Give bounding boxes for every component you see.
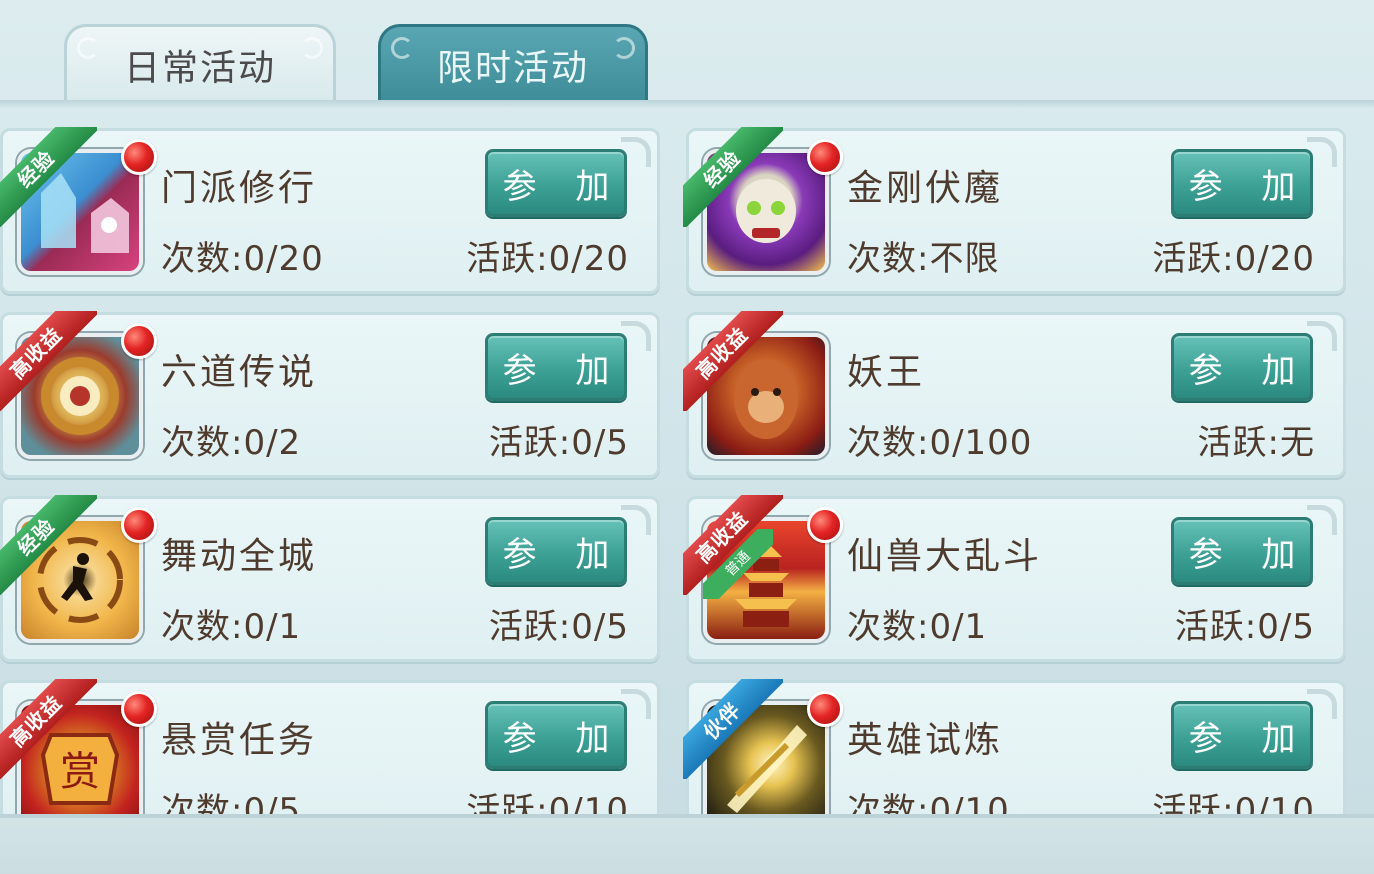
tab-divider xyxy=(0,100,1374,108)
activity-active-points: 活跃:0/20 xyxy=(1152,239,1315,279)
tab-ornament-icon xyxy=(391,37,413,59)
activity-active-points: 活跃:0/20 xyxy=(466,239,629,279)
activity-active-points: 活跃:0/5 xyxy=(488,423,629,463)
join-button[interactable]: 参 加 xyxy=(485,517,627,585)
notification-dot-icon xyxy=(807,139,843,175)
tab-ornament-icon xyxy=(613,37,635,59)
tab-daily-label: 日常活动 xyxy=(123,47,276,89)
activity-name: 悬赏任务 xyxy=(161,720,318,761)
tab-limited-label: 限时活动 xyxy=(436,47,589,89)
activity-panel: 日常活动 限时活动 经验 门派修行 次数:0/20 活跃:0/20 参 加 经验… xyxy=(0,0,1374,874)
activity-name: 仙兽大乱斗 xyxy=(847,536,1043,577)
tab-ornament-icon xyxy=(77,37,99,59)
activity-count: 次数:0/20 xyxy=(161,239,324,279)
notification-dot-icon xyxy=(121,139,157,175)
join-button[interactable]: 参 加 xyxy=(485,333,627,401)
activity-card: 经验 门派修行 次数:0/20 活跃:0/20 参 加 xyxy=(0,127,660,294)
activity-name: 门派修行 xyxy=(161,168,318,209)
activity-count: 次数:0/100 xyxy=(847,423,1033,463)
activity-active-points: 活跃:0/10 xyxy=(1152,791,1315,814)
activity-card: 伙伴 英雄试炼 次数:0/10 活跃:0/10 参 加 xyxy=(683,679,1346,814)
tab-ornament-icon xyxy=(301,37,323,59)
activity-card: 经验 金刚伏魔 次数:不限 活跃:0/20 参 加 xyxy=(683,127,1346,294)
activity-name: 妖王 xyxy=(847,352,926,393)
activity-card: 经验 舞动全城 次数:0/1 活跃:0/5 参 加 xyxy=(0,495,660,662)
tab-limited-activities[interactable]: 限时活动 xyxy=(378,24,648,102)
activity-count: 次数:0/2 xyxy=(161,423,302,463)
tag-ribbon: 经验 xyxy=(0,127,97,227)
activity-card: 普通 高收益 仙兽大乱斗 次数:0/1 活跃:0/5 参 加 xyxy=(683,495,1346,662)
join-button[interactable]: 参 加 xyxy=(485,149,627,217)
activity-list[interactable]: 经验 门派修行 次数:0/20 活跃:0/20 参 加 经验 金刚伏魔 次数:不… xyxy=(0,110,1374,814)
notification-dot-icon xyxy=(807,691,843,727)
activity-count: 次数:0/10 xyxy=(847,791,1010,814)
activity-card: 高收益 六道传说 次数:0/2 活跃:0/5 参 加 xyxy=(0,311,660,478)
tag-ribbon: 经验 xyxy=(683,127,783,227)
tag-ribbon: 高收益 xyxy=(683,495,783,595)
activity-name: 英雄试炼 xyxy=(847,720,1004,761)
activity-count: 次数:0/1 xyxy=(847,607,988,647)
activity-active-points: 活跃:0/10 xyxy=(466,791,629,814)
join-button[interactable]: 参 加 xyxy=(485,701,627,769)
notification-dot-icon xyxy=(121,323,157,359)
notification-dot-icon xyxy=(807,507,843,543)
activity-count: 次数:0/1 xyxy=(161,607,302,647)
activity-card: 赏 高收益 悬赏任务 次数:0/5 活跃:0/10 参 加 xyxy=(0,679,660,814)
activity-count: 次数:不限 xyxy=(847,239,1000,279)
join-button[interactable]: 参 加 xyxy=(1171,149,1313,217)
activity-count: 次数:0/5 xyxy=(161,791,302,814)
panel-bottom-frame xyxy=(0,814,1374,874)
tag-ribbon: 高收益 xyxy=(0,679,97,779)
join-button[interactable]: 参 加 xyxy=(1171,333,1313,401)
join-button[interactable]: 参 加 xyxy=(1171,701,1313,769)
notification-dot-icon xyxy=(121,507,157,543)
activity-name: 六道传说 xyxy=(161,352,318,393)
activity-card: 高收益 妖王 次数:0/100 活跃:无 参 加 xyxy=(683,311,1346,478)
activity-active-points: 活跃:0/5 xyxy=(488,607,629,647)
tag-ribbon: 高收益 xyxy=(683,311,783,411)
activity-name: 舞动全城 xyxy=(161,536,318,577)
activity-active-points: 活跃:无 xyxy=(1197,423,1315,463)
tag-ribbon: 伙伴 xyxy=(683,679,783,779)
join-button[interactable]: 参 加 xyxy=(1171,517,1313,585)
activity-name: 金刚伏魔 xyxy=(847,168,1004,209)
tag-ribbon: 高收益 xyxy=(0,311,97,411)
notification-dot-icon xyxy=(121,691,157,727)
tab-daily-activities[interactable]: 日常活动 xyxy=(64,24,336,102)
activity-active-points: 活跃:0/5 xyxy=(1174,607,1315,647)
tag-ribbon: 经验 xyxy=(0,495,97,595)
